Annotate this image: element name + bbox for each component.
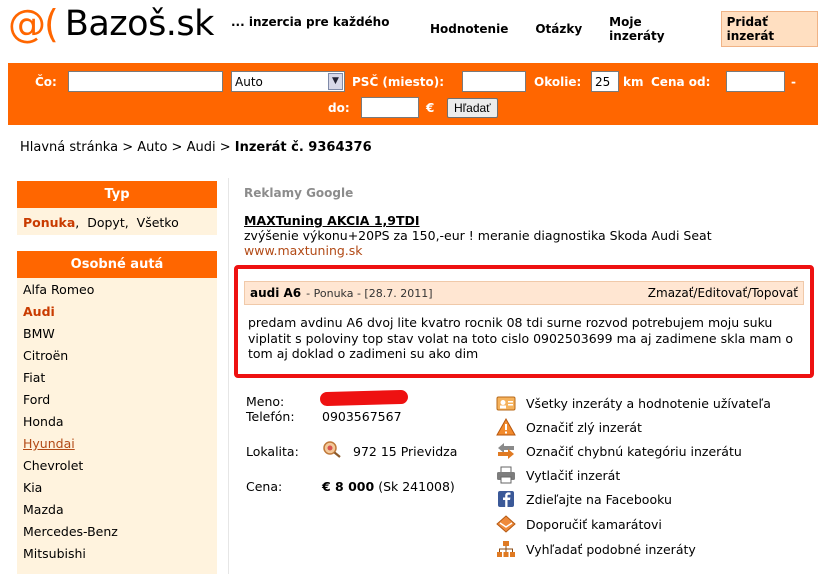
car-brand-list: Alfa Romeo Audi BMW Citroën Fiat Ford Ho…: [17, 279, 217, 565]
price-label: Cena:: [246, 479, 283, 494]
sidebar-item-honda[interactable]: Honda: [17, 411, 217, 433]
listing-box: audi A6 - Ponuka - [28.7. 2011] Zmazať/E…: [234, 265, 814, 378]
search-input[interactable]: [68, 71, 223, 92]
google-ad[interactable]: MAXTuning AKCIA 1,9TDI zvýšenie výkonu+2…: [244, 213, 712, 258]
phone-value: 0903567567: [322, 409, 402, 424]
sidebar-item-mazda[interactable]: Mazda: [17, 499, 217, 521]
sidebar-item-mitsubishi[interactable]: Mitsubishi: [17, 543, 217, 565]
map-search-icon[interactable]: [322, 440, 342, 458]
sidebar-cars-box: Osobné autá Alfa Romeo Audi BMW Citroën …: [17, 251, 217, 574]
user-card-icon: [496, 396, 516, 411]
print-ad-link[interactable]: Vytlačiť inzerát: [496, 466, 620, 484]
sidebar-item-audi[interactable]: Audi: [17, 301, 217, 323]
cena-od-input[interactable]: [726, 71, 785, 92]
co-label: Čo:: [35, 75, 57, 89]
action-label: Vyhľadať podobné inzeráty: [526, 541, 696, 557]
typ-heading: Typ: [17, 181, 217, 208]
ads-heading: Reklamy Google: [244, 186, 354, 200]
nav-otazky[interactable]: Otázky: [535, 22, 582, 36]
action-label: Vytlačiť inzerát: [526, 467, 621, 483]
sidebar-item-alfa-romeo[interactable]: Alfa Romeo: [17, 279, 217, 301]
sidebar-item-ford[interactable]: Ford: [17, 389, 217, 411]
search-button[interactable]: Hľadať: [447, 98, 498, 118]
hierarchy-icon: [497, 541, 515, 557]
sidebar-item-fiat[interactable]: Fiat: [17, 367, 217, 389]
typ-filter-list: Ponuka, Dopyt, Všetko: [23, 215, 179, 230]
site-logo[interactable]: @( Bazoš.sk: [8, 2, 214, 46]
site-slogan: ... inzercia pre každého: [231, 15, 390, 29]
swap-arrows-icon: [498, 443, 514, 459]
logo-mark: @(: [8, 2, 59, 46]
cena-od-label: Cena od:: [651, 75, 711, 89]
ad-title[interactable]: MAXTuning AKCIA 1,9TDI: [244, 213, 712, 228]
name-label: Meno:: [246, 394, 285, 409]
km-label: km: [623, 75, 644, 89]
listing-header: audi A6 - Ponuka - [28.7. 2011] Zmazať/E…: [244, 281, 804, 305]
typ-vsetko-link[interactable]: Všetko: [137, 215, 179, 230]
typ-dopyt-link[interactable]: Dopyt: [87, 215, 125, 230]
nav-moje-inzeraty[interactable]: Moje inzeráty: [609, 15, 693, 43]
action-label: Doporučiť kamarátovi: [526, 516, 662, 532]
price-value: € 8 000: [322, 479, 375, 494]
report-bad-ad-link[interactable]: Označiť zlý inzerát: [496, 418, 642, 436]
printer-icon: [497, 466, 515, 484]
category-select[interactable]: Auto ▼: [231, 71, 345, 92]
ad-text: zvýšenie výkonu+20PS za 150,-eur ! meran…: [244, 228, 712, 243]
nav-hodnotenie[interactable]: Hodnotenie: [430, 22, 508, 36]
sidebar-item-citroen[interactable]: Citroën: [17, 345, 217, 367]
envelope-icon: [496, 515, 516, 533]
okolie-input[interactable]: [591, 71, 619, 92]
breadcrumb: Hlavná stránka > Auto > Audi > Inzerát č…: [20, 140, 372, 155]
typ-ponuka-link[interactable]: Ponuka: [23, 215, 75, 230]
cars-heading: Osobné autá: [17, 251, 217, 278]
do-label: do:: [328, 101, 350, 115]
warning-icon: [496, 418, 516, 436]
listing-meta: - Ponuka - [28.7. 2011]: [306, 286, 433, 300]
column-divider: [228, 178, 229, 574]
sidebar-item-mercedes-benz[interactable]: Mercedes-Benz: [17, 521, 217, 543]
chevron-down-icon: ▼: [328, 73, 343, 90]
action-label: Označiť zlý inzerát: [526, 419, 642, 435]
logo-text: Bazoš.sk: [64, 4, 215, 44]
share-facebook-link[interactable]: Zdieľajte na Facebooku: [496, 490, 672, 508]
recommend-friend-link[interactable]: Doporučiť kamarátovi: [496, 515, 662, 533]
post-ad-button[interactable]: Pridať inzerát: [720, 11, 818, 47]
currency-symbol: €: [426, 101, 435, 115]
price-block: € 8 000 (Sk 241008): [322, 479, 455, 494]
phone-label: Telefón:: [246, 409, 295, 424]
action-label: Zdieľajte na Facebooku: [526, 491, 672, 507]
listing-description: predam avdinu A6 dvoj lite kvatro rocnik…: [248, 315, 794, 361]
report-wrong-category-link[interactable]: Označiť chybnú kategóriu inzerátu: [496, 442, 742, 460]
location-value: 972 15 Prievidza: [353, 444, 458, 459]
facebook-icon: [498, 491, 514, 507]
price-sk: (Sk 241008): [378, 479, 455, 494]
breadcrumb-current: Inzerát č. 9364376: [234, 140, 372, 155]
all-user-ads-link[interactable]: Všetky inzeráty a hodnotenie užívateľa: [496, 394, 771, 412]
sidebar-item-kia[interactable]: Kia: [17, 477, 217, 499]
psc-label: PSČ (miesto):: [352, 75, 445, 89]
redacted-name-mark: [319, 389, 409, 407]
ad-url[interactable]: www.maxtuning.sk: [244, 243, 712, 258]
sidebar-typ-box: Typ Ponuka, Dopyt, Všetko: [17, 181, 217, 235]
action-label: Označiť chybnú kategóriu inzerátu: [526, 443, 742, 459]
psc-input[interactable]: [462, 71, 526, 92]
okolie-label: Okolie:: [534, 75, 582, 89]
listing-title: audi A6: [250, 286, 302, 300]
find-similar-link[interactable]: Vyhľadať podobné inzeráty: [496, 540, 696, 558]
sidebar-item-bmw[interactable]: BMW: [17, 323, 217, 345]
cena-do-input[interactable]: [361, 97, 419, 118]
location-label: Lokalita:: [246, 444, 299, 459]
top-navigation: Hodnotenie Otázky Moje inzeráty Pridať i…: [430, 11, 818, 47]
edit-listing-link[interactable]: Zmazať/Editovať/Topovať: [648, 286, 798, 300]
sidebar-item-chevrolet[interactable]: Chevrolet: [17, 455, 217, 477]
sidebar-item-hyundai[interactable]: Hyundai: [17, 433, 217, 455]
breadcrumb-path[interactable]: Hlavná stránka > Auto > Audi >: [20, 140, 235, 155]
range-dash: -: [791, 75, 796, 89]
action-label: Všetky inzeráty a hodnotenie užívateľa: [526, 395, 771, 411]
category-selected: Auto: [235, 74, 263, 89]
search-bar: Čo: Auto ▼ PSČ (miesto): Okolie: km Cena…: [8, 63, 818, 125]
